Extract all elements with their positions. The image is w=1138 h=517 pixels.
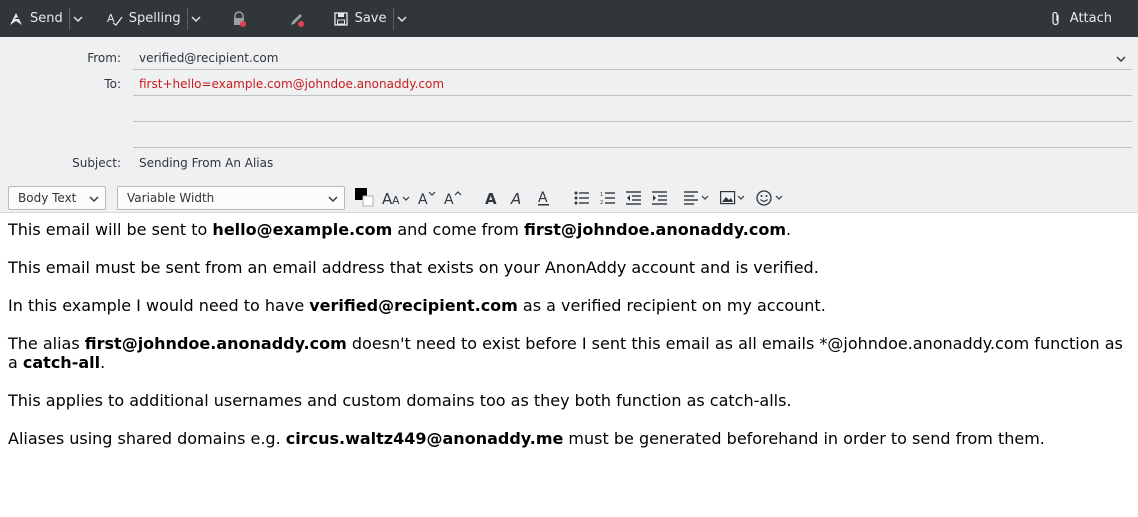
bullet-list-button[interactable] — [574, 187, 590, 209]
svg-text:2: 2 — [600, 200, 603, 205]
bold-button[interactable]: A — [484, 187, 500, 209]
bold-icon: A — [485, 190, 497, 206]
lock-icon — [231, 10, 247, 27]
image-icon — [720, 191, 745, 205]
send-button[interactable]: Send — [8, 0, 63, 37]
subject-field[interactable]: Sending From An Alias — [133, 151, 1132, 175]
bold-text: first@johndoe.anonaddy.com — [84, 334, 347, 353]
text-color-button[interactable] — [354, 187, 374, 209]
chevron-down-icon — [89, 196, 99, 202]
insert-image-button[interactable] — [720, 187, 748, 209]
body-paragraph: This email must be sent from an email ad… — [8, 258, 819, 277]
svg-text:A: A — [485, 190, 497, 206]
recipient-empty-field[interactable] — [133, 124, 1132, 148]
outdent-button[interactable] — [626, 187, 642, 209]
body-paragraph: The alias first@johndoe.anonaddy.com doe… — [8, 334, 1123, 372]
save-dropdown[interactable] — [392, 7, 411, 30]
svg-text:1: 1 — [600, 192, 603, 198]
send-label: Send — [30, 11, 63, 26]
send-icon — [8, 11, 24, 27]
attach-label: Attach — [1069, 11, 1112, 26]
from-value: verified@recipient.com — [139, 50, 279, 65]
svg-text:A: A — [444, 192, 454, 206]
to-field[interactable]: first+hello=example.com@johndoe.anonaddy… — [133, 72, 1132, 96]
formatting-toolbar: Body Text Variable Width AA A A A A A 1 … — [0, 183, 1138, 213]
decrease-font-button[interactable]: A — [418, 187, 436, 209]
body-paragraph: This applies to additional usernames and… — [8, 391, 792, 410]
numbered-list-button[interactable]: 12 — [600, 187, 616, 209]
save-label: Save — [354, 11, 387, 26]
chevron-down-icon — [328, 196, 338, 202]
svg-text:A: A — [418, 192, 428, 206]
attach-button[interactable]: Attach — [1048, 0, 1112, 37]
encrypt-button[interactable] — [231, 0, 247, 37]
bullet-list-icon — [574, 191, 589, 205]
font-value: Variable Width — [127, 191, 215, 205]
increase-font-button[interactable]: A — [444, 187, 462, 209]
save-icon — [333, 11, 349, 27]
chevron-down-icon — [1116, 56, 1126, 62]
pen-sign-icon — [289, 11, 305, 27]
italic-button[interactable]: A — [510, 187, 526, 209]
subject-value: Sending From An Alias — [139, 156, 274, 170]
spelling-button[interactable]: A Spelling — [107, 0, 181, 37]
message-body[interactable]: This email will be sent to hello@example… — [0, 213, 1138, 448]
svg-text:A: A — [538, 190, 548, 206]
recipient-empty-field[interactable] — [133, 98, 1132, 122]
underline-button[interactable]: A — [536, 187, 552, 209]
spelling-dropdown[interactable] — [186, 7, 205, 30]
text-color-icon — [355, 188, 374, 207]
from-label: From: — [87, 51, 121, 65]
body-paragraph: Aliases using shared domains e.g. circus… — [8, 429, 1045, 448]
spelling-label: Spelling — [128, 11, 181, 26]
from-field[interactable]: verified@recipient.com — [133, 46, 1132, 70]
underline-icon: A — [538, 190, 549, 206]
bold-text: catch-all — [22, 353, 101, 372]
decrease-font-icon: A — [418, 191, 436, 206]
bold-text: hello@example.com — [212, 220, 393, 239]
save-button[interactable]: Save — [333, 0, 387, 37]
chevron-down-icon — [397, 16, 407, 22]
chevron-down-icon — [191, 16, 201, 22]
bold-text: verified@recipient.com — [309, 296, 518, 315]
message-headers: From: verified@recipient.com To: first+h… — [0, 37, 1138, 213]
indent-button[interactable] — [652, 187, 668, 209]
font-select[interactable]: Variable Width — [117, 186, 345, 210]
paragraph-style-select[interactable]: Body Text — [8, 186, 106, 210]
svg-text:A: A — [392, 194, 400, 206]
to-value: first+hello=example.com@johndoe.anonaddy… — [139, 76, 445, 91]
italic-icon: A — [510, 190, 521, 206]
svg-text:A: A — [510, 190, 521, 206]
bold-text: circus.waltz449@anonaddy.me — [285, 429, 564, 448]
chevron-down-icon — [73, 16, 83, 22]
align-icon — [684, 191, 709, 205]
body-paragraph: In this example I would need to have ver… — [8, 296, 826, 315]
numbered-list-icon: 12 — [600, 192, 615, 205]
subject-label: Subject: — [72, 156, 121, 170]
paragraph-style-value: Body Text — [18, 191, 77, 205]
bold-text: first@johndoe.anonaddy.com — [523, 220, 786, 239]
insert-emoji-button[interactable] — [756, 187, 786, 209]
indent-icon — [652, 191, 667, 205]
spellcheck-icon: A — [107, 11, 123, 27]
font-size-icon: AA — [382, 190, 410, 206]
body-paragraph: This email will be sent to hello@example… — [8, 220, 792, 239]
send-dropdown[interactable] — [68, 7, 87, 30]
compose-toolbar: Send A Spelling Save Attach — [0, 0, 1138, 37]
smiley-icon — [756, 190, 783, 206]
sign-button[interactable] — [289, 0, 305, 37]
to-label: To: — [104, 77, 121, 91]
font-size-button[interactable]: AA — [382, 187, 412, 209]
align-button[interactable] — [684, 187, 712, 209]
paperclip-icon — [1048, 11, 1064, 27]
increase-font-icon: A — [444, 191, 462, 206]
outdent-icon — [626, 191, 641, 205]
